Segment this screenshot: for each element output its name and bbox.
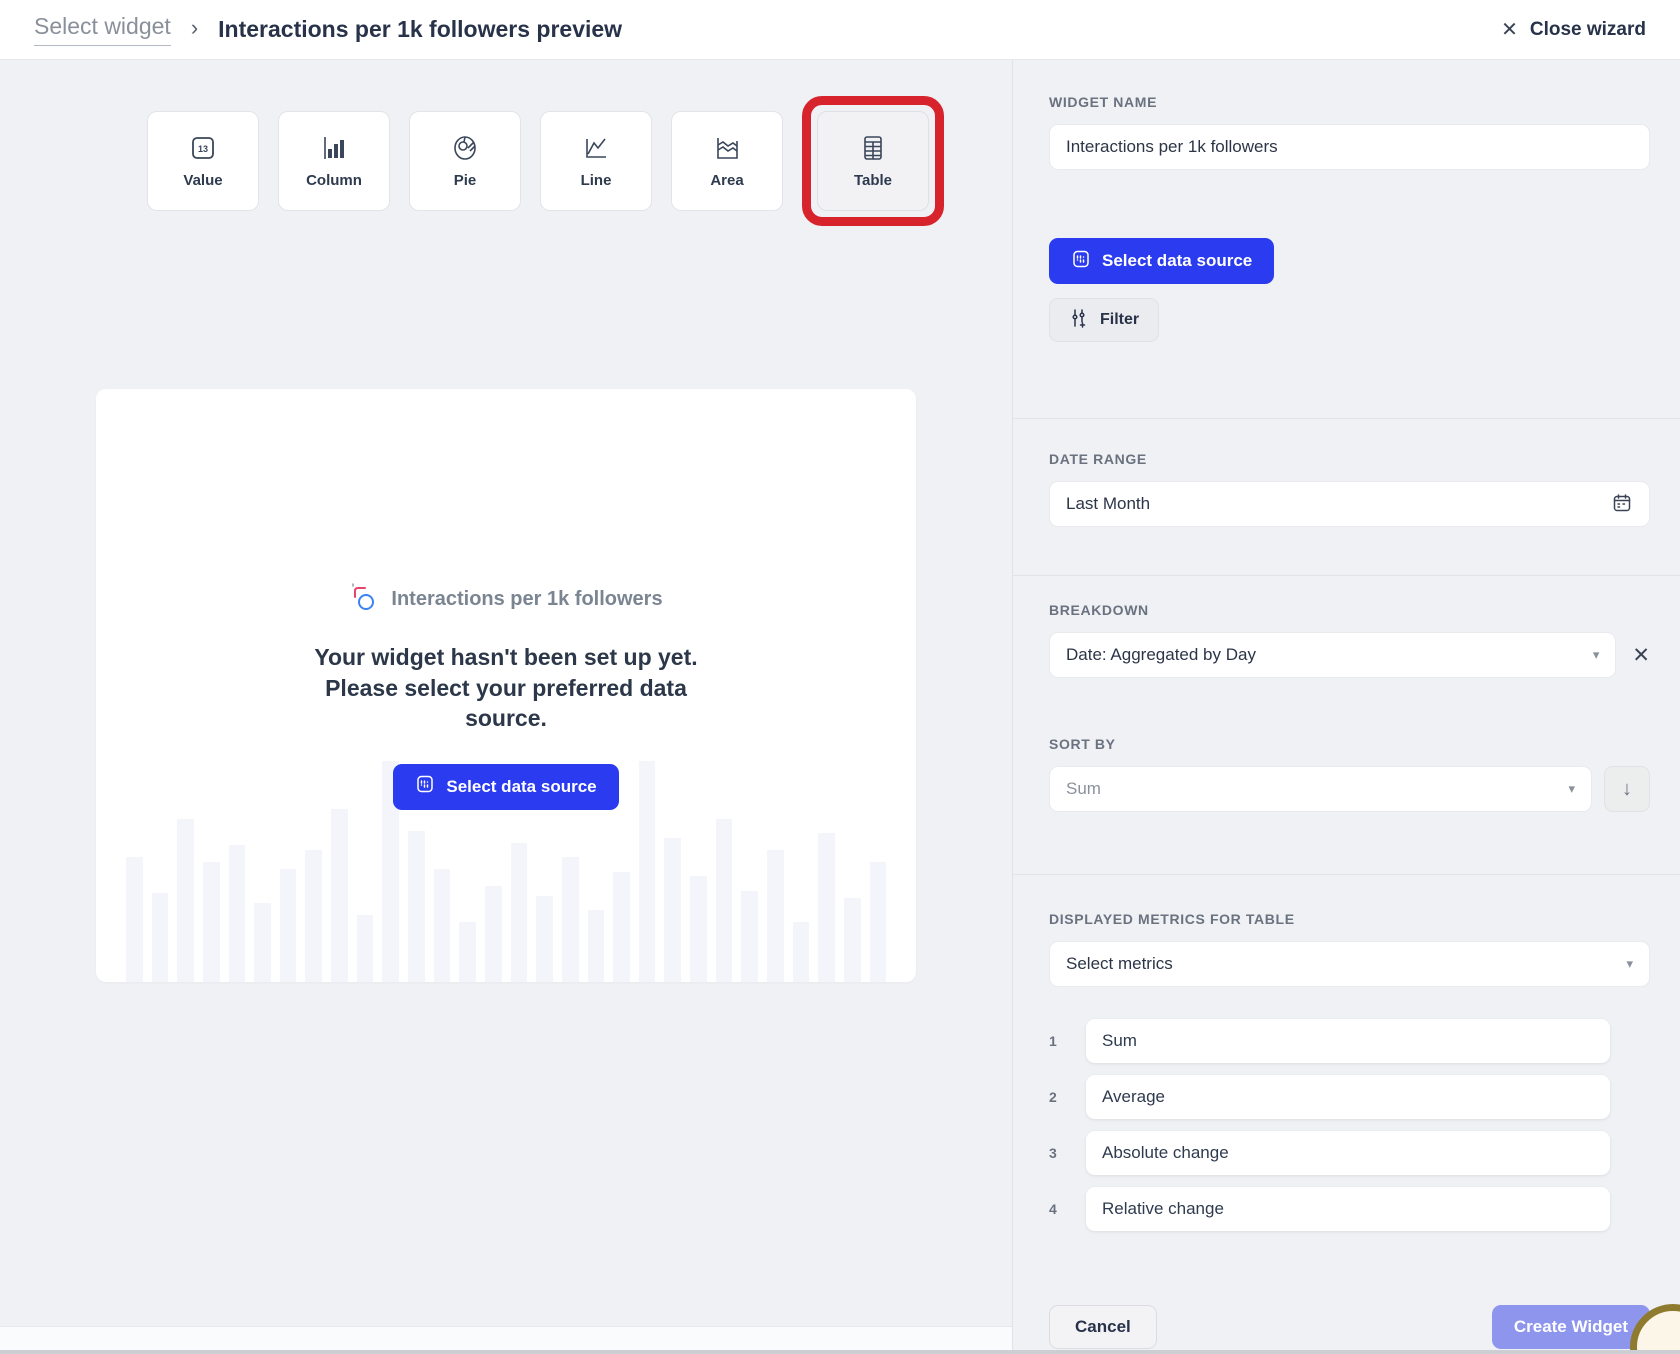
wizard-footer: Cancel Create Widget [1049, 1305, 1650, 1349]
sidebar-select-data-source-button[interactable]: Select data source [1049, 238, 1274, 284]
preview-widget-title: Interactions per 1k followers [391, 588, 662, 611]
metric-row: 3 Absolute change [1049, 1131, 1650, 1175]
metric-index: 2 [1049, 1089, 1086, 1105]
widget-type-value[interactable]: 13 Value [147, 111, 259, 211]
metric-row: 1 Sum [1049, 1019, 1650, 1063]
sort-by-select[interactable]: Sum ▾ [1049, 766, 1592, 812]
page-title: Interactions per 1k followers preview [218, 16, 622, 43]
metric-label: Average [1102, 1087, 1165, 1107]
chevron-down-icon: ▾ [1568, 781, 1575, 797]
widget-name-value: Interactions per 1k followers [1066, 137, 1278, 157]
widget-type-label: Value [183, 172, 222, 189]
metric-item-relative-change[interactable]: Relative change [1086, 1187, 1610, 1231]
widget-type-pie[interactable]: Pie [409, 111, 521, 211]
chevron-down-icon: ▾ [1626, 956, 1633, 972]
data-source-icon [415, 774, 435, 799]
widget-type-label: Pie [454, 172, 477, 189]
svg-text:13: 13 [198, 144, 208, 154]
widget-type-line[interactable]: Line [540, 111, 652, 211]
filter-sliders-icon [1069, 307, 1089, 334]
metric-index: 3 [1049, 1145, 1086, 1161]
remove-breakdown-button[interactable]: ✕ [1632, 643, 1650, 668]
area-chart-icon [711, 133, 743, 163]
date-range-value: Last Month [1066, 494, 1150, 514]
widget-type-area[interactable]: Area [671, 111, 783, 211]
value-chart-icon: 13 [187, 133, 219, 163]
close-wizard-label: Close wizard [1530, 19, 1646, 41]
sidebar-select-data-source-label: Select data source [1102, 251, 1252, 271]
wizard-top-bar: Select widget › Interactions per 1k foll… [0, 0, 1680, 60]
widget-type-label: Area [710, 172, 743, 189]
section-divider [1013, 418, 1680, 419]
widget-shapes-icon [349, 581, 379, 618]
annotation-red-ring: Table [802, 96, 944, 226]
metric-label: Relative change [1102, 1199, 1224, 1219]
date-range-label: DATE RANGE [1049, 451, 1650, 467]
line-chart-icon [580, 133, 612, 163]
data-source-icon [1071, 249, 1091, 274]
breakdown-value: Date: Aggregated by Day [1066, 645, 1256, 665]
close-wizard-button[interactable]: ✕ Close wizard [1501, 17, 1646, 42]
preview-pane: 13 Value Column [0, 60, 1012, 1354]
metric-item-average[interactable]: Average [1086, 1075, 1610, 1119]
widget-name-input[interactable]: Interactions per 1k followers [1049, 124, 1650, 170]
select-metrics-dropdown[interactable]: Select metrics ▾ [1049, 941, 1650, 987]
column-chart-icon [318, 133, 350, 163]
breakdown-label: BREAKDOWN [1049, 602, 1650, 618]
sort-direction-button[interactable]: ↓ [1604, 766, 1650, 812]
select-metrics-placeholder: Select metrics [1066, 954, 1173, 974]
widget-type-label: Table [854, 172, 892, 189]
metric-row: 2 Average [1049, 1075, 1650, 1119]
preview-title-row: Interactions per 1k followers [349, 581, 662, 618]
date-range-select[interactable]: Last Month [1049, 481, 1650, 527]
breadcrumb: Select widget › Interactions per 1k foll… [34, 13, 622, 46]
select-data-source-button[interactable]: Select data source [393, 764, 618, 810]
widget-type-selector: 13 Value Column [147, 96, 944, 226]
close-icon: ✕ [1501, 17, 1518, 42]
chevron-right-icon: › [191, 15, 198, 41]
cancel-button[interactable]: Cancel [1049, 1305, 1157, 1349]
sort-by-row: Sum ▾ ↓ [1049, 766, 1650, 812]
sort-by-value: Sum [1066, 779, 1101, 799]
table-chart-icon [857, 133, 889, 163]
select-data-source-label: Select data source [446, 777, 596, 797]
filter-button[interactable]: Filter [1049, 298, 1159, 342]
arrow-down-icon: ↓ [1622, 778, 1632, 801]
widget-preview-card: Interactions per 1k followers Your widge… [96, 389, 916, 982]
pie-chart-icon [449, 133, 481, 163]
breakdown-select[interactable]: Date: Aggregated by Day ▾ [1049, 632, 1616, 678]
widget-type-label: Column [306, 172, 362, 189]
window-bottom-edge [0, 1350, 1680, 1354]
breadcrumb-select-widget[interactable]: Select widget [34, 13, 171, 46]
widget-settings-panel: WIDGET NAME Interactions per 1k follower… [1012, 60, 1680, 1354]
metric-label: Absolute change [1102, 1143, 1229, 1163]
widget-type-table[interactable]: Table [817, 111, 929, 211]
widget-name-label: WIDGET NAME [1049, 94, 1650, 110]
wizard-body: 13 Value Column [0, 60, 1680, 1354]
sort-by-label: SORT BY [1049, 736, 1650, 752]
chevron-down-icon: ▾ [1593, 647, 1600, 663]
breakdown-row: Date: Aggregated by Day ▾ ✕ [1049, 632, 1650, 678]
metric-label: Sum [1102, 1031, 1137, 1051]
section-divider [1013, 575, 1680, 576]
widget-type-label: Line [581, 172, 612, 189]
preview-message: Your widget hasn't been set up yet. Plea… [302, 642, 710, 734]
metric-item-absolute-change[interactable]: Absolute change [1086, 1131, 1610, 1175]
filter-label: Filter [1100, 311, 1139, 329]
create-widget-button[interactable]: Create Widget [1492, 1305, 1650, 1349]
widget-type-column[interactable]: Column [278, 111, 390, 211]
preview-empty-state: Interactions per 1k followers Your widge… [96, 389, 916, 982]
metrics-list: 1 Sum 2 Average 3 Absolute change 4 [1049, 1007, 1650, 1231]
displayed-metrics-label: DISPLAYED METRICS FOR TABLE [1049, 911, 1650, 927]
metric-index: 4 [1049, 1201, 1086, 1217]
metric-item-sum[interactable]: Sum [1086, 1019, 1610, 1063]
metric-index: 1 [1049, 1033, 1086, 1049]
metric-row: 4 Relative change [1049, 1187, 1650, 1231]
section-divider [1013, 874, 1680, 875]
calendar-icon [1611, 492, 1633, 517]
